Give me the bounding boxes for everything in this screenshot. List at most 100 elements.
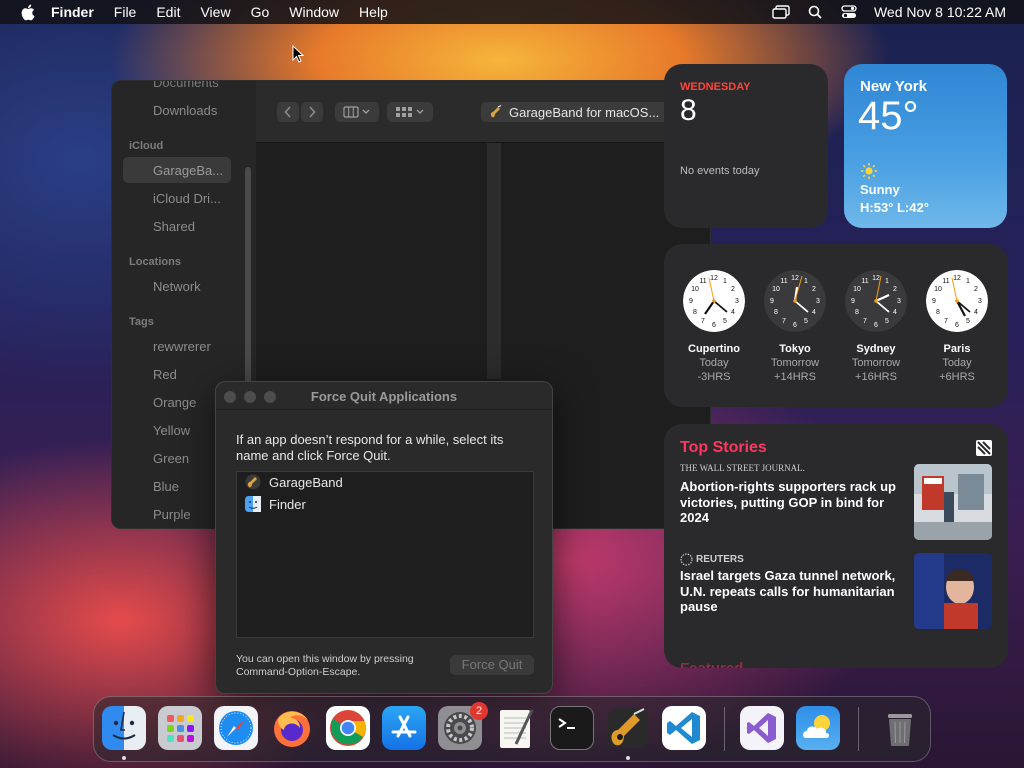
list-item-garageband[interactable]: GarageBand	[245, 472, 343, 492]
svg-text:1: 1	[885, 278, 889, 285]
menu-clock[interactable]: Wed Nov 8 10:22 AM	[874, 4, 1006, 20]
screen-mirroring-icon[interactable]	[772, 3, 790, 21]
dock-garageband-icon[interactable]	[606, 706, 650, 750]
news-section-title: Top Stories	[680, 439, 767, 456]
news-thumbnail-person[interactable]	[914, 553, 992, 629]
weather-city: New York	[860, 78, 927, 95]
svg-text:11: 11	[699, 278, 706, 285]
path-control[interactable]: GarageBand for macOS...	[481, 102, 681, 122]
svg-text:12: 12	[953, 275, 961, 282]
svg-text:4: 4	[731, 309, 735, 316]
sidebar-item-network[interactable]: Network	[153, 279, 201, 294]
clock-offset: +6HRS	[939, 371, 975, 383]
menu-file[interactable]: File	[114, 4, 137, 20]
sidebar-tag-red[interactable]: Red	[153, 367, 177, 382]
dock-visual-studio-icon[interactable]	[740, 706, 784, 750]
notification-badge: 2	[470, 702, 488, 720]
sidebar-tag-orange[interactable]: Orange	[153, 395, 196, 410]
dock-chrome-icon[interactable]	[326, 706, 370, 750]
sidebar-tag-blue[interactable]: Blue	[153, 479, 179, 494]
svg-text:1: 1	[723, 278, 727, 285]
calendar-date: 8	[680, 94, 697, 127]
world-clock-widget[interactable]: 12 1 2 3 4 5 6 7 8 9 10 11 Cupertino Today -3HRS 12…	[664, 244, 1008, 407]
mouse-cursor-icon	[292, 45, 304, 63]
sidebar-tag-yellow[interactable]: Yellow	[153, 423, 190, 438]
clock-day: Tomorrow	[851, 357, 901, 369]
svg-text:3: 3	[897, 298, 901, 305]
clock-city: Tokyo	[779, 343, 811, 355]
menu-app-name[interactable]: Finder	[51, 4, 94, 20]
sidebar-tag-green[interactable]: Green	[153, 451, 189, 466]
control-center-icon[interactable]	[840, 3, 858, 21]
menu-bar: Finder File Edit View Go Window Help Wed…	[0, 0, 1024, 24]
list-item-finder[interactable]: Finder	[245, 494, 306, 514]
analog-clock-dark-icon: 12 1234567891011	[764, 270, 826, 332]
weather-widget[interactable]: New York 45° Sunny H:53° L:42°	[844, 64, 1007, 228]
sidebar-item-garageband[interactable]: GarageBa...	[153, 163, 223, 178]
force-quit-dialog: Force Quit Applications If an app doesn’…	[215, 381, 553, 694]
back-button[interactable]	[277, 102, 299, 122]
search-icon[interactable]	[806, 3, 824, 21]
sidebar-item-downloads[interactable]: Downloads	[153, 103, 217, 118]
sidebar-tag-purple[interactable]: Purple	[153, 507, 191, 522]
sidebar-item-icloud-drive[interactable]: iCloud Dri...	[153, 191, 221, 206]
dock-vscode-icon[interactable]	[662, 706, 706, 750]
dock-trash-icon[interactable]	[878, 706, 922, 750]
svg-text:1: 1	[804, 278, 808, 285]
svg-text:3: 3	[978, 298, 982, 305]
dock-textedit-icon[interactable]	[494, 706, 538, 750]
news-headline[interactable]: Abortion-rights supporters rack up victo…	[680, 479, 905, 526]
svg-text:7: 7	[782, 318, 786, 325]
chevron-right-icon	[309, 106, 316, 118]
svg-text:12: 12	[872, 275, 880, 282]
analog-clock-dark-icon: 12 1234567891011	[845, 270, 907, 332]
svg-text:2: 2	[893, 286, 897, 293]
menu-edit[interactable]: Edit	[156, 4, 180, 20]
app-list[interactable]: GarageBand Finder	[236, 471, 534, 638]
menu-view[interactable]: View	[200, 4, 230, 20]
news-headline[interactable]: Israel targets Gaza tunnel network, U.N.…	[680, 568, 905, 615]
grid-icon	[396, 107, 424, 117]
menu-window[interactable]: Window	[289, 4, 339, 20]
calendar-weekday: WEDNESDAY	[680, 81, 751, 93]
svg-text:11: 11	[861, 278, 868, 285]
dock-safari-icon[interactable]	[214, 706, 258, 750]
dock-app-store-icon[interactable]	[382, 706, 426, 750]
dock-launchpad-icon[interactable]	[158, 706, 202, 750]
weather-condition: Sunny	[860, 182, 900, 197]
svg-text:10: 10	[772, 286, 780, 293]
column-divider[interactable]	[487, 143, 501, 379]
svg-text:9: 9	[770, 298, 774, 305]
sidebar-item-shared[interactable]: Shared	[153, 219, 195, 234]
news-thumbnail-voting[interactable]	[914, 464, 992, 540]
sidebar-tag-rewwrerer[interactable]: rewwrerer	[153, 339, 211, 354]
svg-text:6: 6	[793, 322, 797, 329]
apple-menu-icon[interactable]	[17, 2, 37, 22]
dock: 2	[93, 696, 931, 762]
dock-separator	[724, 707, 725, 751]
dock-weather-icon[interactable]	[796, 706, 840, 750]
news-app-icon	[976, 440, 992, 456]
sidebar-section-locations: Locations	[129, 256, 181, 268]
sidebar-section-icloud: iCloud	[129, 140, 164, 152]
menu-go[interactable]: Go	[251, 4, 270, 20]
forward-button[interactable]	[301, 102, 323, 122]
dock-firefox-icon[interactable]	[270, 706, 314, 750]
news-widget[interactable]: Top Stories THE WALL STREET JOURNAL. Abo…	[664, 424, 1008, 668]
dock-system-settings-icon[interactable]: 2	[438, 702, 488, 750]
view-columns-button[interactable]	[335, 102, 379, 122]
reuters-logo-icon	[680, 553, 693, 566]
garageband-guitar-icon	[490, 105, 502, 118]
sidebar-item-documents[interactable]: Documents	[153, 81, 219, 90]
calendar-widget[interactable]: WEDNESDAY 8 No events today	[664, 64, 828, 228]
menu-help[interactable]: Help	[359, 4, 388, 20]
dock-terminal-icon[interactable]	[550, 706, 594, 750]
news-featured-heading: Featured	[680, 660, 743, 668]
dock-finder-icon[interactable]	[102, 706, 146, 750]
svg-text:12: 12	[710, 275, 718, 282]
svg-text:10: 10	[934, 286, 942, 293]
group-by-button[interactable]	[387, 102, 433, 122]
app-name: GarageBand	[269, 474, 343, 490]
svg-text:6: 6	[712, 322, 716, 329]
force-quit-button[interactable]: Force Quit	[450, 655, 534, 675]
